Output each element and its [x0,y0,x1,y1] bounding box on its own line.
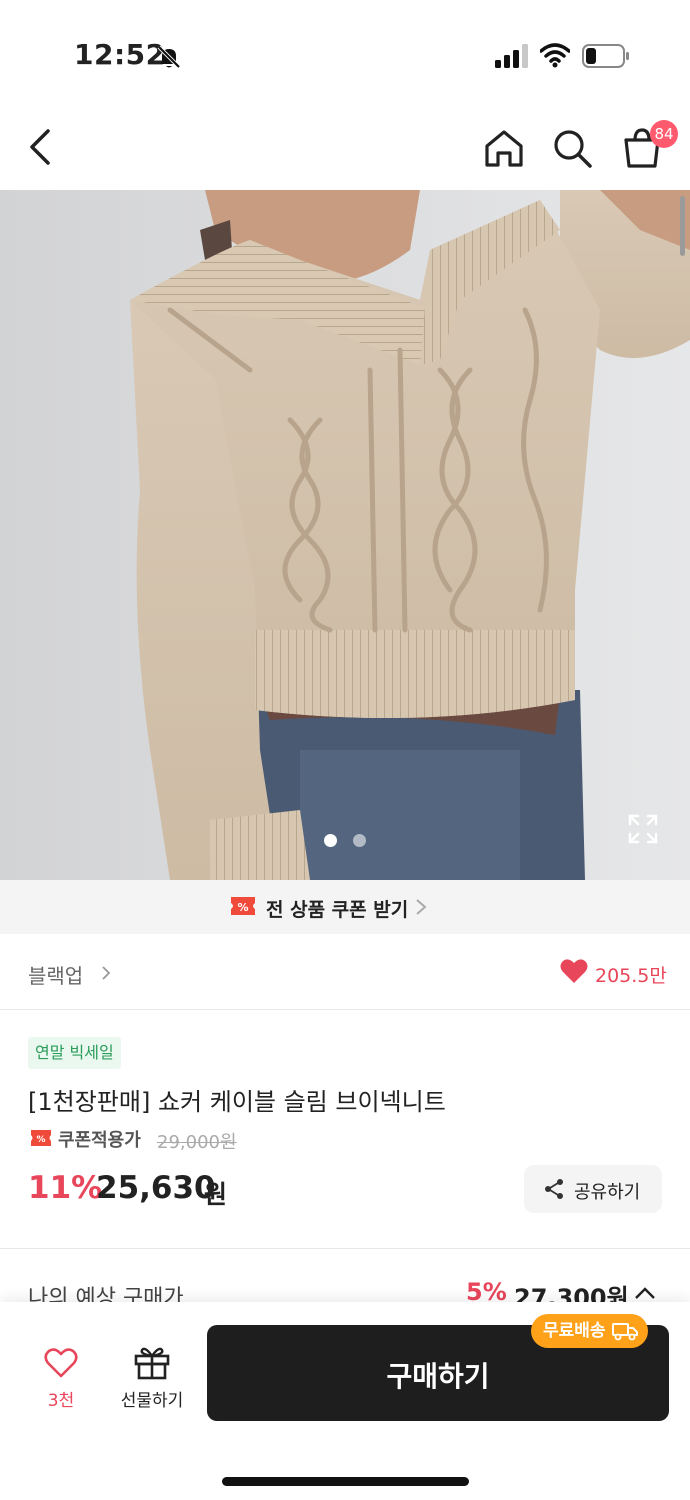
share-icon [545,1179,563,1199]
gift-icon [134,1347,170,1380]
sale-price: 25,630 [96,1170,216,1206]
coupon-download-banner[interactable]: % 전 상품 쿠폰 받기 [0,880,690,934]
home-icon[interactable] [482,126,526,170]
free-shipping-label: 무료배송 [543,1321,606,1341]
carousel-dot[interactable] [353,834,366,847]
carousel-dots [323,834,367,848]
chevron-right-icon [416,899,427,915]
heart-icon[interactable] [560,958,588,984]
gift-label: 선물하기 [120,1391,184,1411]
svg-text:%: % [237,901,248,914]
coupon-banner-text: 전 상품 쿠폰 받기 [266,899,409,921]
coupon-applied-label: 쿠폰적용가 [58,1130,141,1151]
gift-button[interactable]: 선물하기 [112,1340,192,1412]
svg-text:%: % [36,1135,45,1145]
divider [0,1248,690,1249]
product-photo [0,190,690,880]
product-title: [1천장판매] 쇼커 케이블 슬림 브이넥니트 [28,1088,446,1116]
truck-icon [611,1323,638,1341]
scroll-indicator[interactable] [680,196,685,256]
top-nav-bar [0,100,690,190]
battery-icon [582,44,629,68]
sale-price-unit: 원 [204,1180,228,1209]
chevron-up-icon[interactable] [633,1286,657,1300]
back-icon[interactable] [20,125,60,169]
brand-name-link[interactable]: 블랙업 [28,960,83,989]
share-label: 공유하기 [574,1182,641,1203]
wifi-icon [540,43,570,68]
share-button[interactable]: 공유하기 [524,1165,662,1213]
brand-row: 블랙업 205.5만 [0,934,690,1010]
signal-icon [495,44,528,68]
cart-count-badge: 84 [650,120,678,148]
expand-icon[interactable] [626,812,660,846]
heart-outline-icon [44,1348,78,1378]
home-indicator[interactable] [222,1477,469,1486]
search-icon[interactable] [550,126,594,170]
free-shipping-badge: 무료배송 [531,1314,648,1348]
sale-event-tag: 연말 빅세일 [28,1037,121,1069]
wishlist-count: 3천 [47,1391,75,1411]
status-bar: 12:52 [0,0,690,100]
original-price: 29,000원 [157,1132,237,1153]
coupon-icon: % [231,897,255,915]
buy-label: 구매하기 [386,1360,490,1393]
wishlist-button[interactable]: 3천 [30,1342,92,1412]
coupon-icon: % [31,1130,51,1146]
chevron-right-icon[interactable] [100,964,112,982]
bell-off-icon [157,45,181,69]
discount-rate: 11% [28,1170,103,1206]
product-image[interactable] [0,190,690,880]
brand-like-count: 205.5만 [595,965,667,987]
status-time: 12:52 [74,38,166,71]
carousel-dot-active[interactable] [324,834,337,847]
